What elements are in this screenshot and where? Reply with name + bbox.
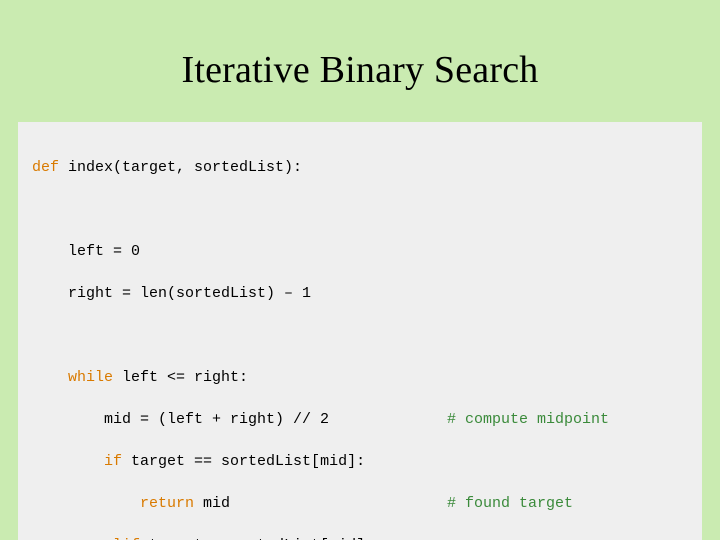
code-line: def index(target, sortedList):	[32, 157, 690, 178]
code-line: while left <= right:	[32, 367, 690, 388]
code-text: target == sortedList[mid]:	[122, 453, 365, 470]
code-text	[32, 199, 447, 220]
code-line: elif target < sortedList[mid]:	[32, 535, 690, 540]
comment: # found target	[447, 493, 690, 514]
code-panel: def index(target, sortedList): left = 0 …	[18, 122, 702, 540]
code-line: return mid # found target	[32, 493, 690, 514]
code-text	[32, 453, 104, 470]
code-line: right = len(sortedList) – 1	[32, 283, 690, 304]
code-text	[32, 369, 68, 386]
code-text: index(target, sortedList):	[59, 159, 302, 176]
code-line	[32, 325, 690, 346]
keyword-return: return	[140, 495, 194, 512]
code-block: def index(target, sortedList): left = 0 …	[32, 136, 690, 540]
code-text	[32, 495, 140, 512]
slide: Iterative Binary Search def index(target…	[0, 0, 720, 540]
code-text: mid	[194, 495, 230, 512]
code-text: left = 0	[32, 241, 447, 262]
code-text	[32, 325, 447, 346]
code-text: left <= right:	[113, 369, 248, 386]
code-text: mid = (left + right) // 2	[32, 409, 447, 430]
keyword-def: def	[32, 159, 59, 176]
code-line: if target == sortedList[mid]:	[32, 451, 690, 472]
code-text: right = len(sortedList) – 1	[32, 283, 447, 304]
keyword-if: if	[104, 453, 122, 470]
code-line: mid = (left + right) // 2# compute midpo…	[32, 409, 690, 430]
code-line: left = 0	[32, 241, 690, 262]
keyword-while: while	[68, 369, 113, 386]
page-title: Iterative Binary Search	[0, 48, 720, 92]
code-line	[32, 199, 690, 220]
comment: # compute midpoint	[447, 409, 690, 430]
